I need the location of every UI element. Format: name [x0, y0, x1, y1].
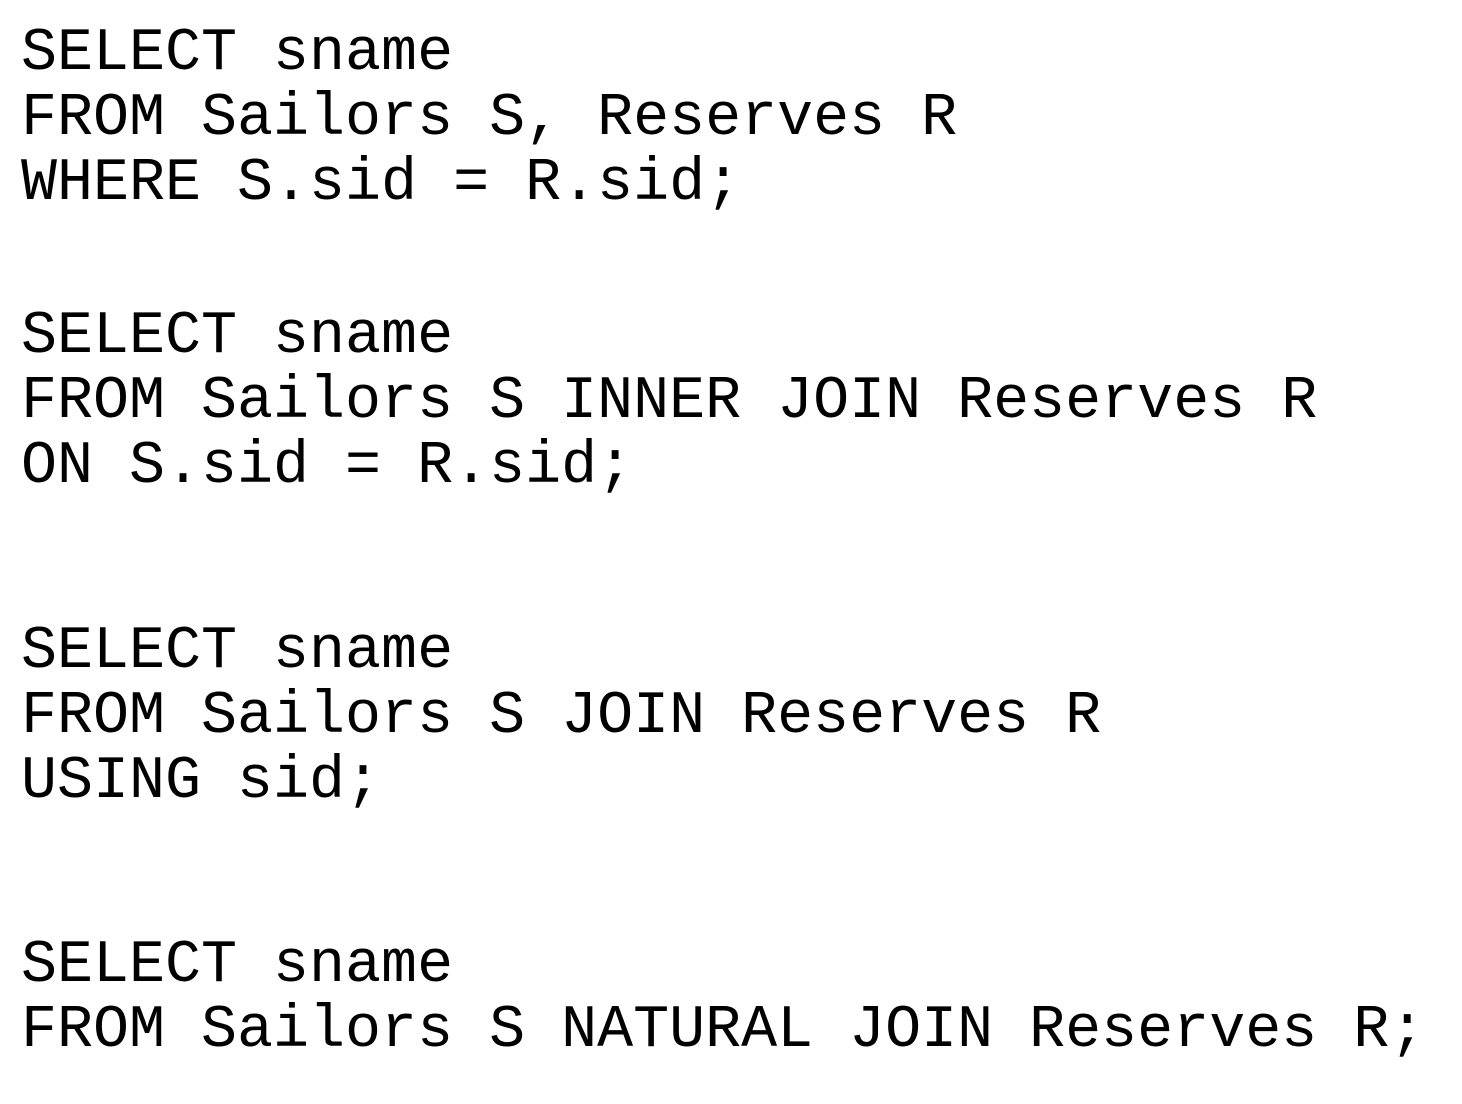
code-line: USING sid; [21, 748, 382, 816]
code-line: FROM Sailors S INNER JOIN Reserves R [21, 368, 1318, 436]
code-line: SELECT sname [21, 932, 454, 1000]
sql-code-page: SELECT sname FROM Sailors S, Reserves R … [21, 0, 1451, 1104]
code-line: SELECT sname [21, 303, 454, 371]
code-line: SELECT sname [21, 20, 454, 88]
query-block-natural-join: SELECT sname FROM Sailors S NATURAL JOIN… [21, 934, 1425, 1064]
code-line: FROM Sailors S, Reserves R [21, 85, 958, 153]
query-block-inner-join: SELECT sname FROM Sailors S INNER JOIN R… [21, 305, 1317, 500]
query-block-where-join: SELECT sname FROM Sailors S, Reserves R … [21, 22, 957, 217]
code-line: SELECT sname [21, 618, 454, 686]
code-line: WHERE S.sid = R.sid; [21, 150, 742, 218]
code-line: FROM Sailors S NATURAL JOIN Reserves R; [21, 997, 1426, 1065]
code-line: FROM Sailors S JOIN Reserves R [21, 683, 1102, 751]
code-line: ON S.sid = R.sid; [21, 433, 634, 501]
query-block-join-using: SELECT sname FROM Sailors S JOIN Reserve… [21, 620, 1101, 815]
